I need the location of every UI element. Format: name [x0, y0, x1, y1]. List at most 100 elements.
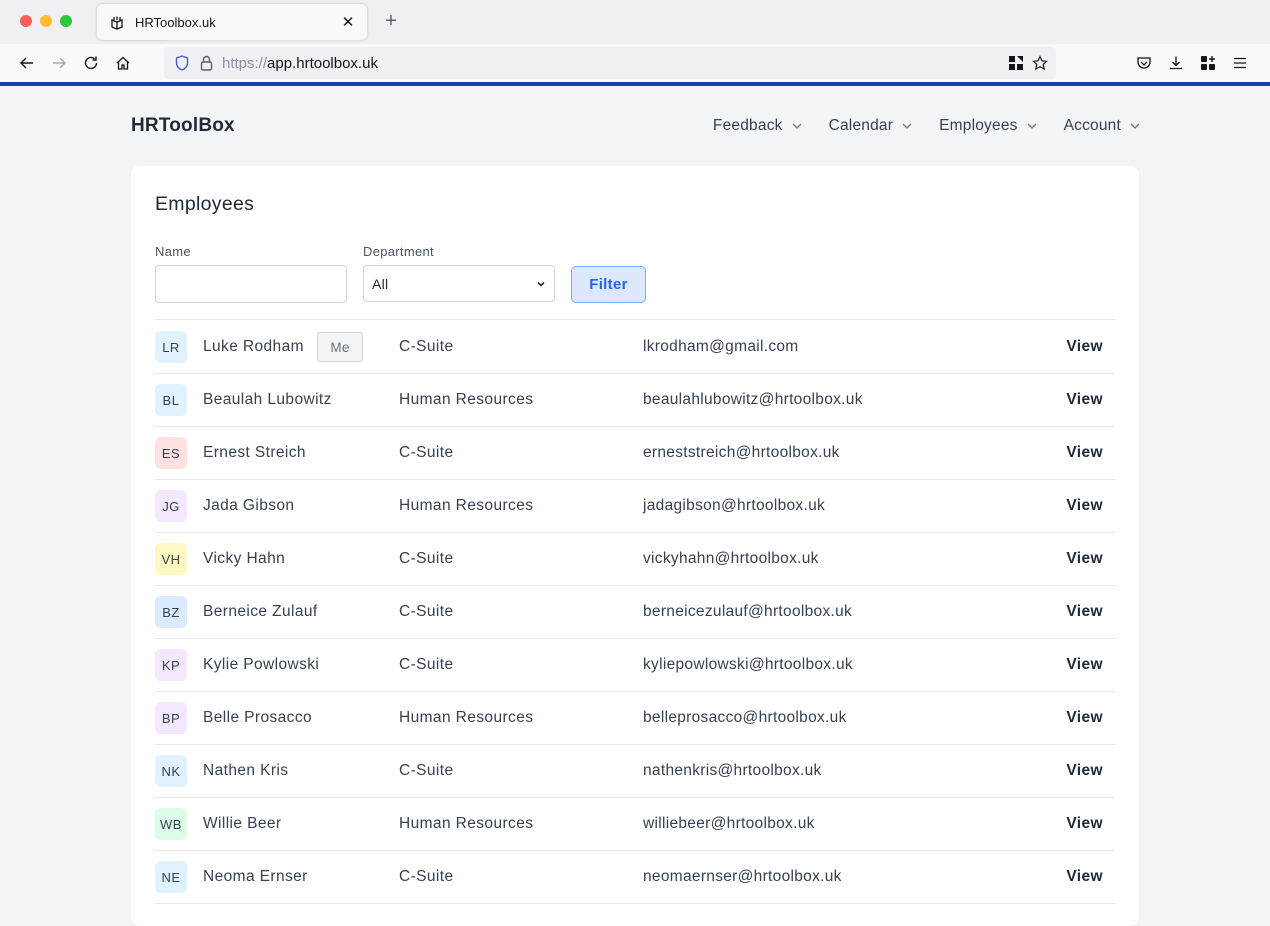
back-arrow-icon[interactable]: [17, 53, 37, 73]
employee-row: BL Beaulah Lubowitz Human Resources beau…: [155, 374, 1115, 427]
employee-department: C-Suite: [399, 603, 454, 620]
avatar: VH: [155, 543, 187, 575]
name-input[interactable]: [155, 265, 347, 303]
view-employee-link[interactable]: View: [1066, 338, 1103, 356]
filter-form: Name Department All Filter: [155, 244, 1115, 320]
employee-email: lkrodham@gmail.com: [643, 338, 799, 355]
avatar: LR: [155, 331, 187, 363]
employee-name: Luke Rodham: [203, 338, 304, 355]
employee-row: VH Vicky Hahn C-Suite vickyhahn@hrtoolbo…: [155, 533, 1115, 586]
avatar: KP: [155, 649, 187, 681]
employee-name: Beaulah Lubowitz: [203, 391, 332, 408]
employee-row: KP Kylie Powlowski C-Suite kyliepowlowsk…: [155, 639, 1115, 692]
employee-email: belleprosacco@hrtoolbox.uk: [643, 709, 847, 726]
nav-label: Employees: [939, 117, 1018, 134]
employee-email: vickyhahn@hrtoolbox.uk: [643, 550, 819, 567]
chevron-down-icon: [1130, 123, 1140, 129]
employee-department: C-Suite: [399, 868, 454, 885]
employee-email: nathenkris@hrtoolbox.uk: [643, 762, 822, 779]
toolbox-favicon-icon: [109, 14, 125, 30]
maximize-window-button[interactable]: [60, 15, 72, 27]
view-employee-link[interactable]: View: [1066, 444, 1103, 462]
chevron-down-icon: [537, 281, 545, 287]
employee-row: BP Belle Prosacco Human Resources bellep…: [155, 692, 1115, 745]
window-controls: [20, 15, 72, 27]
employee-email: berneicezulauf@hrtoolbox.uk: [643, 603, 853, 620]
employee-name: Ernest Streich: [203, 444, 306, 461]
lock-icon[interactable]: [198, 55, 214, 71]
employee-name: Neoma Ernser: [203, 868, 308, 885]
view-employee-link[interactable]: View: [1066, 603, 1103, 621]
employee-name: Jada Gibson: [203, 497, 295, 514]
filter-button[interactable]: Filter: [571, 266, 646, 303]
chevron-down-icon: [792, 123, 802, 129]
view-employee-link[interactable]: View: [1066, 391, 1103, 409]
tracking-protection-shield-icon[interactable]: [174, 55, 190, 71]
browser-tab-strip: HRToolbox.uk ✕ +: [0, 0, 1270, 44]
employee-email: neomaernser@hrtoolbox.uk: [643, 868, 842, 885]
qr-code-icon[interactable]: [1008, 55, 1024, 76]
hamburger-menu-icon[interactable]: [1230, 53, 1250, 73]
close-window-button[interactable]: [20, 15, 32, 27]
top-nav: Feedback Calendar Employees Account: [713, 117, 1141, 135]
employee-list: LR Luke Rodham C-Suite lkrodham@gmail.co…: [155, 321, 1115, 904]
name-filter: Name: [155, 244, 347, 303]
employee-department: C-Suite: [399, 338, 454, 355]
employee-department: Human Resources: [399, 391, 534, 408]
reload-icon[interactable]: [81, 53, 101, 73]
close-tab-icon[interactable]: ✕: [339, 13, 357, 31]
home-icon[interactable]: [113, 53, 133, 73]
employee-department: Human Resources: [399, 815, 534, 832]
employee-department: C-Suite: [399, 762, 454, 779]
view-employee-link[interactable]: View: [1066, 815, 1103, 833]
address-bar[interactable]: https://app.hrtoolbox.uk: [164, 47, 1056, 79]
employee-name: Belle Prosacco: [203, 709, 312, 726]
employee-row: ES Ernest Streich C-Suite erneststreich@…: [155, 427, 1115, 480]
forward-arrow-icon[interactable]: [49, 53, 69, 73]
tab-title: HRToolbox.uk: [135, 14, 216, 30]
view-employee-link[interactable]: View: [1066, 550, 1103, 568]
chevron-down-icon: [902, 123, 912, 129]
view-employee-link[interactable]: View: [1066, 656, 1103, 674]
view-employee-link[interactable]: View: [1066, 497, 1103, 515]
url-scheme: https://: [222, 54, 268, 72]
new-tab-icon[interactable]: +: [381, 10, 401, 33]
browser-tab-active[interactable]: HRToolbox.uk ✕: [97, 4, 367, 40]
view-employee-link[interactable]: View: [1066, 762, 1103, 780]
brand-logo[interactable]: HRToolBox: [131, 115, 235, 137]
downloads-icon[interactable]: [1166, 53, 1186, 73]
chevron-down-icon: [1027, 123, 1037, 129]
minimize-window-button[interactable]: [40, 15, 52, 27]
nav-employees[interactable]: Employees: [939, 117, 1037, 135]
employee-department: Human Resources: [399, 497, 534, 514]
extensions-icon[interactable]: [1198, 53, 1218, 73]
employee-row: JG Jada Gibson Human Resources jadagibso…: [155, 480, 1115, 533]
view-employee-link[interactable]: View: [1066, 709, 1103, 727]
nav-account[interactable]: Account: [1064, 117, 1141, 135]
url-text[interactable]: https://app.hrtoolbox.uk: [222, 55, 378, 72]
avatar: BP: [155, 702, 187, 734]
employee-department: C-Suite: [399, 656, 454, 673]
department-select[interactable]: All: [363, 265, 555, 302]
me-badge: Me: [317, 332, 363, 362]
app-header: HRToolBox Feedback Calendar Employees Ac…: [131, 86, 1141, 166]
department-label: Department: [363, 244, 434, 259]
avatar: JG: [155, 490, 187, 522]
bookmark-star-icon[interactable]: [1032, 55, 1048, 76]
avatar: NE: [155, 861, 187, 893]
employee-row: BZ Berneice Zulauf C-Suite berneicezulau…: [155, 586, 1115, 639]
pocket-icon[interactable]: [1134, 53, 1154, 73]
view-employee-link[interactable]: View: [1066, 868, 1103, 886]
avatar: BZ: [155, 596, 187, 628]
nav-feedback[interactable]: Feedback: [713, 117, 803, 135]
employee-row: NK Nathen Kris C-Suite nathenkris@hrtool…: [155, 745, 1115, 798]
employee-row: WB Willie Beer Human Resources williebee…: [155, 798, 1115, 851]
employee-department: Human Resources: [399, 709, 534, 726]
employee-name: Vicky Hahn: [203, 550, 286, 567]
nav-calendar[interactable]: Calendar: [829, 117, 914, 135]
nav-label: Account: [1063, 117, 1121, 134]
employee-email: beaulahlubowitz@hrtoolbox.uk: [643, 391, 863, 408]
employee-email: williebeer@hrtoolbox.uk: [643, 815, 815, 832]
browser-toolbar: https://app.hrtoolbox.uk: [0, 44, 1270, 82]
avatar: NK: [155, 755, 187, 787]
